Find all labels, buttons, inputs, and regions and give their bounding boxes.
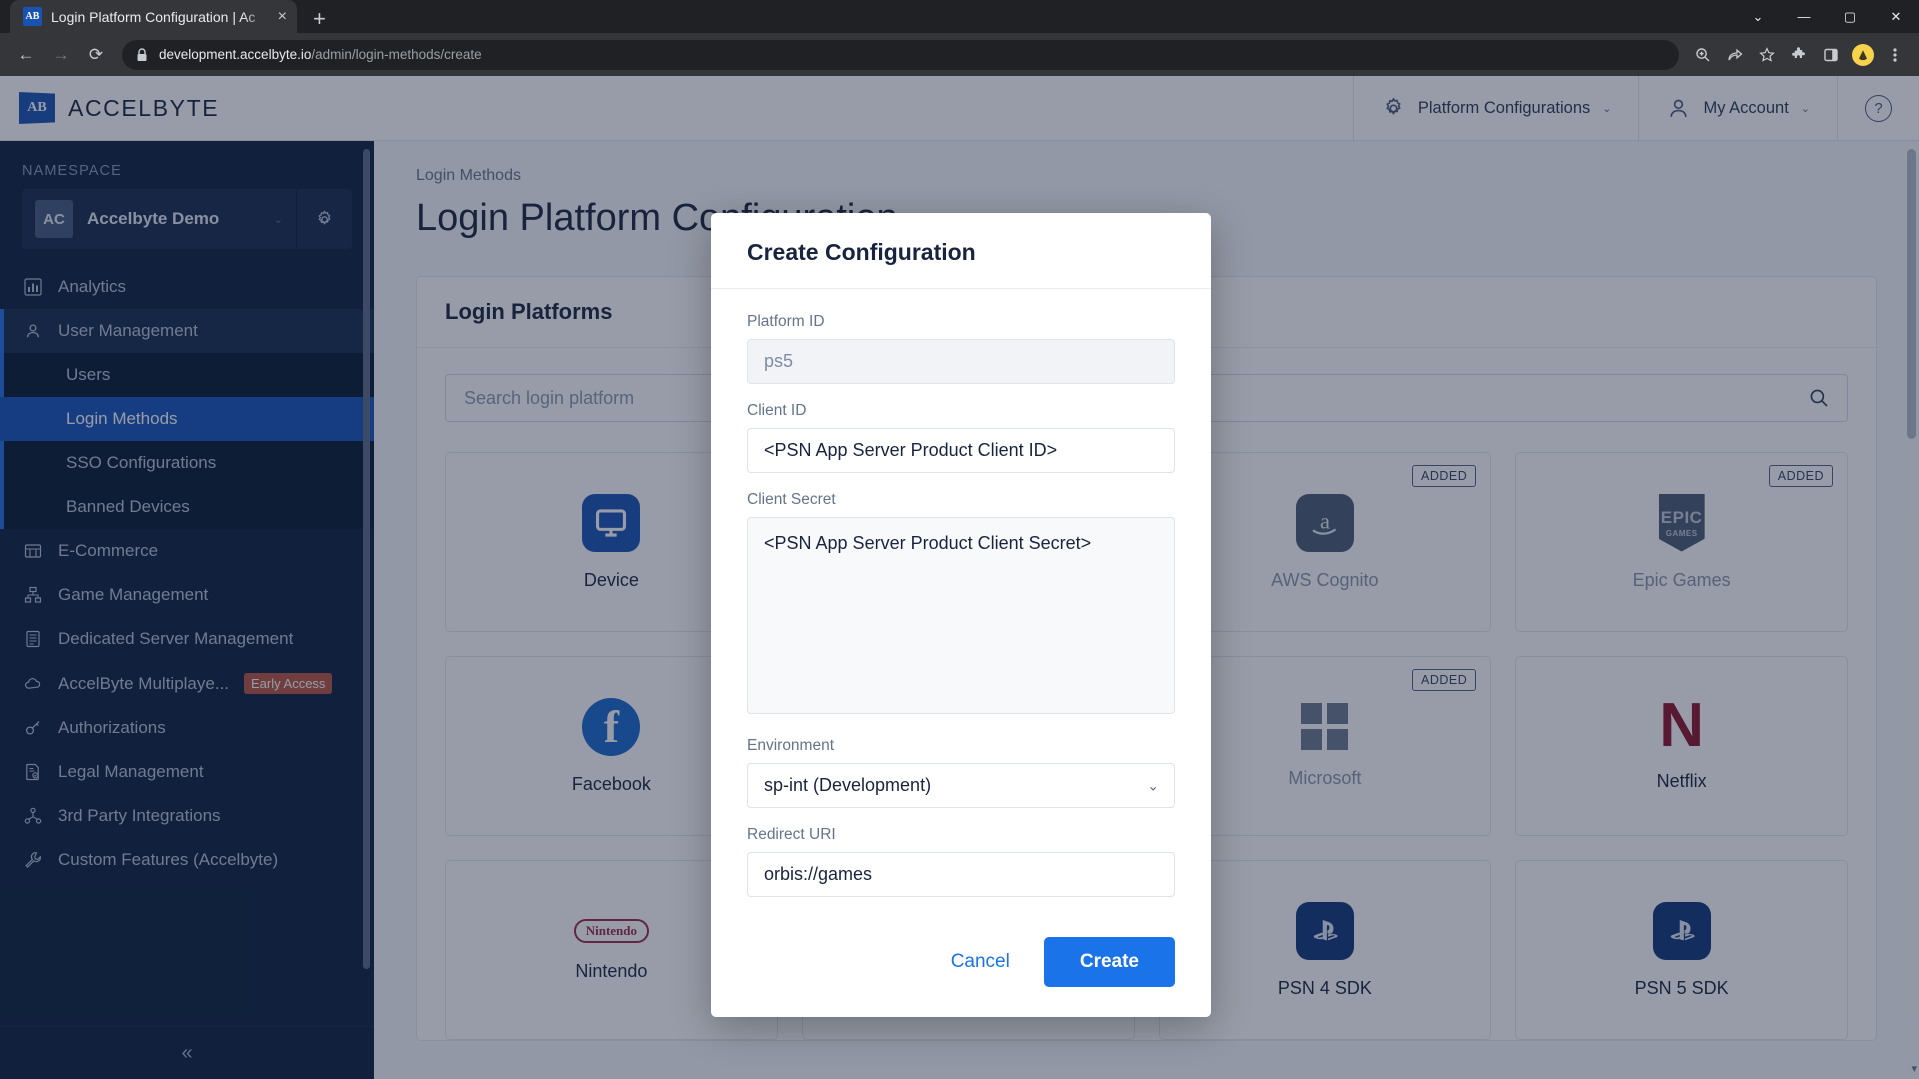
maximize-icon[interactable]: ▢ xyxy=(1827,0,1873,33)
redirect-uri-field[interactable] xyxy=(747,852,1175,897)
cancel-button[interactable]: Cancel xyxy=(939,943,1022,981)
modal-footer: Cancel Create xyxy=(711,915,1211,1017)
share-icon[interactable] xyxy=(1721,41,1749,69)
field-label: Environment xyxy=(747,737,835,754)
platform-id-field[interactable] xyxy=(747,339,1175,384)
field-label: Client ID xyxy=(747,402,807,419)
zoom-icon[interactable] xyxy=(1689,41,1717,69)
sidepanel-icon[interactable] xyxy=(1817,41,1845,69)
window-controls: ⌄ — ▢ ✕ xyxy=(1735,0,1919,33)
minimize-icon[interactable]: — xyxy=(1781,0,1827,33)
create-button[interactable]: Create xyxy=(1043,937,1175,987)
client-id-field[interactable] xyxy=(747,428,1175,473)
create-configuration-modal: Create Configuration Platform ID Client … xyxy=(711,213,1211,1017)
modal-body: Platform ID Client ID Client Secret Envi… xyxy=(711,289,1211,897)
field-client-secret: Client Secret xyxy=(747,491,1175,719)
lock-icon xyxy=(136,47,148,62)
modal-title: Create Configuration xyxy=(711,213,1211,289)
field-environment: Environment ⌄ xyxy=(747,737,1175,808)
omnibox-path: /admin/login-methods/create xyxy=(311,47,482,62)
extensions-puzzle-icon[interactable] xyxy=(1785,41,1813,69)
forward-icon[interactable]: → xyxy=(45,39,77,71)
browser-tabstrip: AB Login Platform Configuration | Ac × +… xyxy=(0,0,1919,33)
client-secret-field[interactable] xyxy=(747,517,1175,714)
bookmark-star-icon[interactable] xyxy=(1753,41,1781,69)
page-viewport: AB ACCELBYTE Platform Configurations ⌄ M… xyxy=(0,76,1919,1079)
environment-select-wrap: ⌄ xyxy=(747,763,1175,808)
reload-icon[interactable]: ⟳ xyxy=(80,39,112,71)
accelbyte-favicon: AB xyxy=(23,7,42,26)
browser-tab[interactable]: AB Login Platform Configuration | Ac × xyxy=(10,0,297,33)
field-label: Redirect URI xyxy=(747,826,836,843)
close-icon[interactable]: × xyxy=(278,8,287,25)
field-label: Client Secret xyxy=(747,491,836,508)
omnibox[interactable]: development.accelbyte.io/admin/login-met… xyxy=(122,39,1679,70)
toolbar-icons xyxy=(1689,41,1909,69)
back-icon[interactable]: ← xyxy=(10,39,42,71)
environment-select[interactable] xyxy=(747,763,1175,808)
tab-title: Login Platform Configuration | Ac xyxy=(51,8,256,25)
field-client-id: Client ID xyxy=(747,402,1175,473)
new-tab-button[interactable]: + xyxy=(313,8,326,30)
omnibox-url: development.accelbyte.io/admin/login-met… xyxy=(159,47,482,62)
chrome-menu-icon[interactable] xyxy=(1881,41,1909,69)
browser-toolbar: ← → ⟳ development.accelbyte.io/admin/log… xyxy=(0,33,1919,76)
field-redirect-uri: Redirect URI xyxy=(747,826,1175,897)
field-label: Platform ID xyxy=(747,313,825,330)
profile-avatar-icon[interactable] xyxy=(1849,41,1877,69)
window-close-icon[interactable]: ✕ xyxy=(1873,0,1919,33)
chevron-down-icon[interactable]: ⌄ xyxy=(1735,0,1781,33)
omnibox-domain: development.accelbyte.io xyxy=(159,47,312,62)
field-platform-id: Platform ID xyxy=(747,313,1175,384)
